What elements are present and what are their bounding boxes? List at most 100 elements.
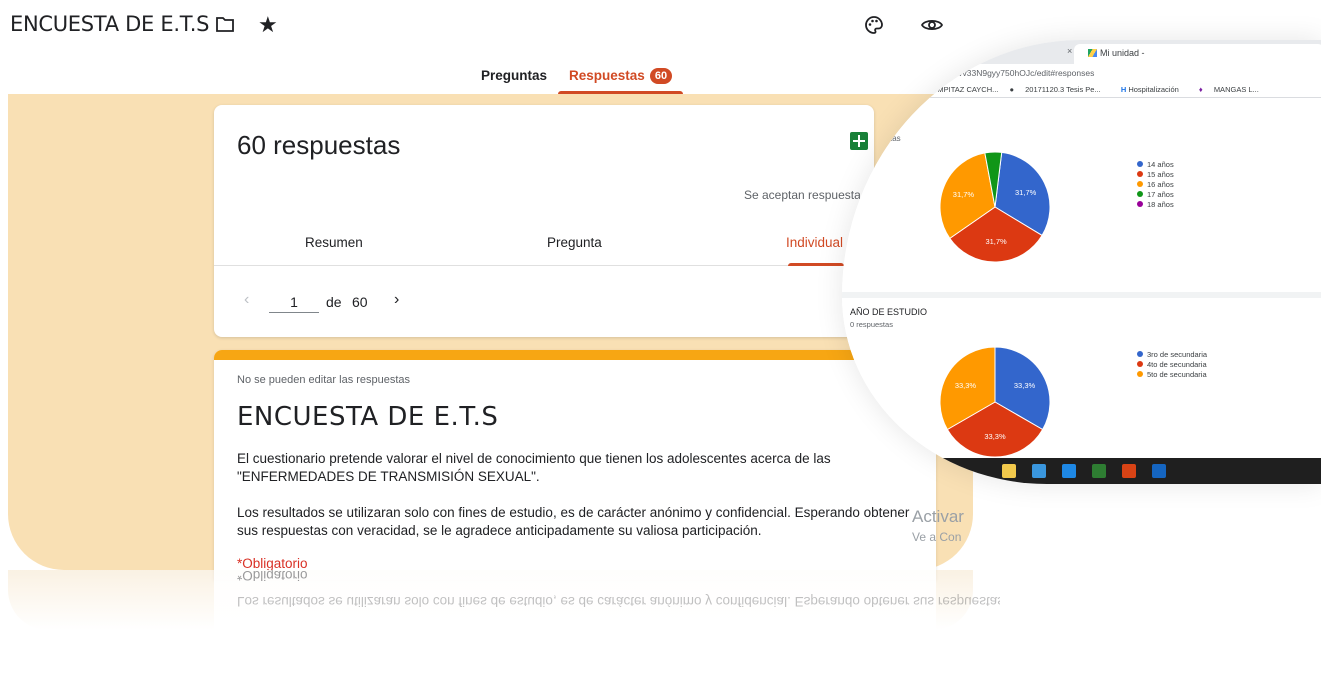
pie-slice-label: 33,3% — [984, 432, 1006, 441]
responses-count-title: 60 respuestas — [237, 130, 401, 160]
form-header-card: No se pueden editar las respuestas ENCUE… — [214, 350, 936, 580]
legend-label: 14 años — [1147, 160, 1174, 169]
legend-dot — [1137, 161, 1143, 167]
legend-dot — [1137, 181, 1143, 187]
tab-responses[interactable]: Respuestas 60 — [558, 60, 684, 94]
legend-dot — [1137, 361, 1143, 367]
chart-question-subtitle: 0 respuestas — [850, 320, 893, 329]
legend-dot — [1137, 201, 1143, 207]
bookmark-item[interactable]: ● 20171120.3 Tesis Pe... — [1009, 85, 1109, 94]
bookmark-icon: ♦ — [1198, 85, 1205, 94]
bookmark-item-label: Hospitalización — [1128, 85, 1179, 94]
response-view-tabs: Resumen Pregunta Individual — [214, 223, 874, 266]
browser-tab-title: Mi unidad - — [1100, 48, 1145, 58]
close-tab-icon[interactable]: × — [1067, 46, 1072, 56]
project-icon[interactable] — [1092, 464, 1106, 478]
legend-label: 15 años — [1147, 170, 1174, 179]
store-icon[interactable] — [1032, 464, 1046, 478]
legend-item: 17 años — [1137, 190, 1174, 200]
required-note: *Obligatorio — [237, 556, 308, 571]
file-explorer-icon[interactable] — [1002, 464, 1016, 478]
legend-item: 3ro de secundaria — [1137, 350, 1207, 360]
page-reflection: *Obligatorio Los resultados se utilizara… — [0, 570, 1000, 677]
legend-item: 15 años — [1137, 170, 1174, 180]
responses-count-badge: 60 — [649, 68, 673, 84]
globe-icon: ● — [1009, 85, 1017, 94]
legend-item: 14 años — [1137, 160, 1174, 170]
no-edit-notice: No se pueden editar las respuestas — [237, 374, 411, 386]
bookmark-item[interactable]: UMPITAZ CAYCH... — [932, 85, 998, 94]
legend-label: 17 años — [1147, 190, 1174, 199]
legend-dot — [1137, 191, 1143, 197]
palette-icon[interactable] — [864, 15, 884, 40]
study-year-chart-card — [842, 298, 1321, 458]
form-description: El cuestionario pretende valorar el nive… — [237, 450, 927, 558]
mail-icon[interactable] — [1062, 464, 1076, 478]
legend-label: 16 años — [1147, 180, 1174, 189]
reflection-paragraph-2: Los resultados se utilizaran solo con fi… — [237, 594, 1000, 609]
pie-slice-label: 31,7% — [1015, 188, 1037, 197]
age-pie-chart: 31,7% 31,7% 31,7% — [939, 151, 1051, 263]
previous-response-button[interactable]: ‹ — [244, 291, 249, 309]
legend-item: 16 años — [1137, 180, 1174, 190]
tab-question[interactable]: Pregunta — [547, 235, 602, 250]
form-title-header[interactable]: ENCUESTA DE E.T.S — [10, 12, 209, 36]
magnified-screenshot: × Mi unidad - oPf-Vvv33N9gyy750hOJc/edit… — [842, 40, 1321, 484]
next-response-button[interactable]: › — [394, 291, 399, 309]
form-description-paragraph-2: Los resultados se utilizaran solo con fi… — [237, 505, 910, 538]
hospital-icon: H — [1120, 85, 1127, 94]
legend-item: 5to de secundaria — [1137, 370, 1207, 380]
chart-question-title: AÑO DE ESTUDIO — [850, 307, 928, 317]
windows-taskbar — [842, 458, 1321, 484]
legend-dot — [1137, 351, 1143, 357]
windows-activation-watermark: Activar — [912, 507, 964, 526]
age-chart-card — [842, 98, 1321, 294]
bookmark-item[interactable]: H Hospitalización — [1121, 85, 1188, 94]
legend-dot — [1137, 371, 1143, 377]
legend-label: 4to de secundaria — [1147, 360, 1207, 369]
browser-tab-drive[interactable]: Mi unidad - — [1074, 44, 1321, 64]
pager-of-label: de — [326, 294, 342, 310]
bookmark-item[interactable]: ♦ MANGAS L... — [1199, 85, 1268, 94]
pie-slice-label: 31,7% — [953, 190, 975, 199]
form-title: ENCUESTA DE E.T.S — [237, 402, 499, 432]
legend-dot — [1137, 171, 1143, 177]
pie-slice-label: 31,7% — [985, 237, 1007, 246]
eye-icon[interactable] — [920, 17, 944, 38]
legend-label: 5to de secundaria — [1147, 370, 1207, 379]
pager-total: 60 — [352, 294, 368, 310]
bookmarks-bar: UMPITAZ CAYCH... ● 20171120.3 Tesis Pe..… — [842, 82, 1321, 98]
legend-item: 18 años — [1137, 200, 1174, 210]
study-year-pie-chart: 33,3% 33,3% 33,3% — [939, 346, 1051, 458]
star-icon[interactable]: ★ — [258, 14, 278, 36]
pie-slice-label: 33,3% — [1014, 381, 1036, 390]
age-chart-legend: 14 años 15 años 16 años 17 años 18 años — [1137, 160, 1174, 210]
legend-label: 18 años — [1147, 200, 1174, 209]
tab-individual[interactable]: Individual — [786, 235, 843, 250]
responses-summary-card: 60 respuestas Se aceptan respuesta Resum… — [214, 105, 874, 337]
bookmark-item-label: 20171120.3 Tesis Pe... — [1025, 85, 1101, 94]
drive-icon — [1088, 49, 1097, 57]
form-description-paragraph-1: El cuestionario pretende valorar el nive… — [237, 451, 831, 484]
reflection-required: *Obligatorio — [237, 570, 308, 583]
response-number-input[interactable]: 1 — [269, 291, 319, 313]
form-color-band — [214, 350, 936, 360]
legend-item: 4to de secundaria — [1137, 360, 1207, 370]
browser-url-bar[interactable]: oPf-Vvv33N9gyy750hOJc/edit#responses — [842, 64, 1321, 82]
sheets-label: stas — [886, 134, 901, 143]
study-year-chart-legend: 3ro de secundaria 4to de secundaria 5to de… — [1137, 350, 1207, 380]
word-icon[interactable] — [1152, 464, 1166, 478]
bookmark-item-label: MANGAS L... — [1213, 85, 1259, 94]
main-tabs: Preguntas Respuestas 60 — [470, 60, 684, 94]
tab-summary[interactable]: Resumen — [305, 235, 363, 250]
tab-questions-label: Preguntas — [481, 68, 548, 83]
tab-responses-label: Respuestas — [569, 68, 645, 83]
powerpoint-icon[interactable] — [1122, 464, 1136, 478]
reflection-card — [214, 570, 936, 677]
tab-questions[interactable]: Preguntas — [470, 60, 558, 94]
folder-icon[interactable] — [216, 17, 234, 37]
windows-activation-watermark-sub: Ve a Con — [912, 530, 962, 544]
browser-tab-bar: × Mi unidad - — [842, 40, 1321, 64]
active-tab-indicator — [788, 263, 844, 266]
legend-label: 3ro de secundaria — [1147, 350, 1208, 359]
